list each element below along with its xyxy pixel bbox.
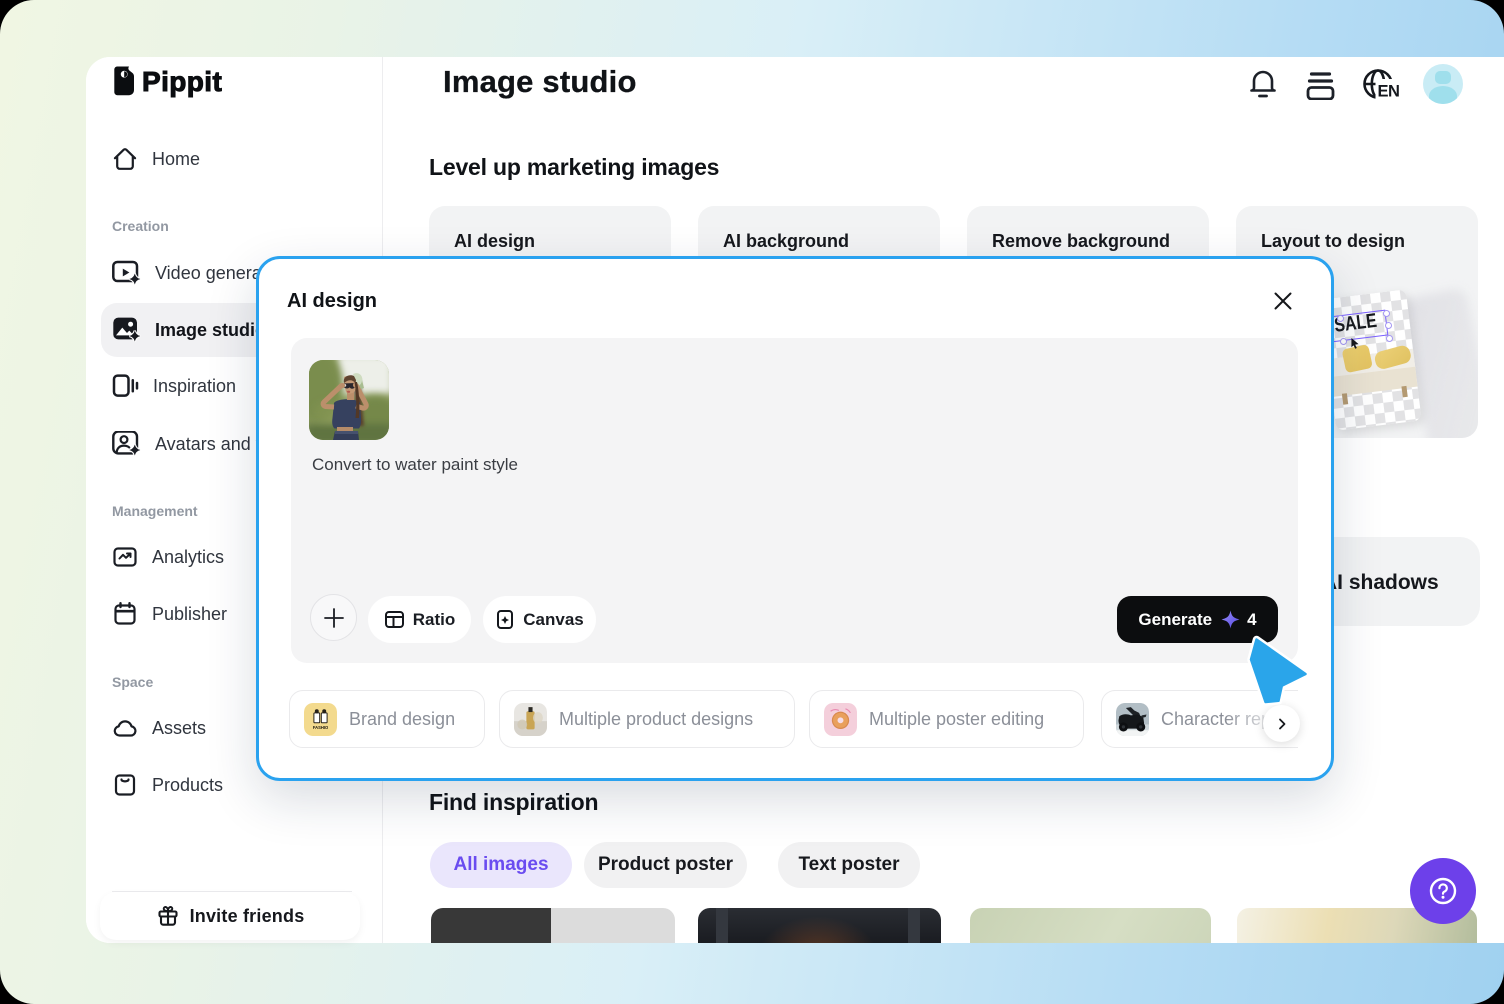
svg-text:FASHIO: FASHIO — [313, 724, 329, 729]
svg-text:EN: EN — [1378, 83, 1400, 101]
